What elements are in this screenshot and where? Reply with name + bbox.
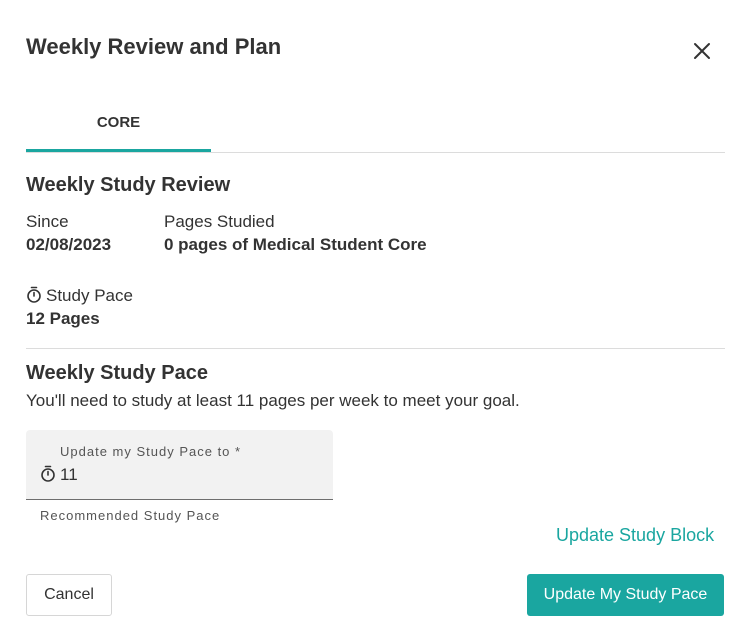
update-study-pace-button[interactable]: Update My Study Pace (527, 574, 724, 616)
pace-description: You'll need to study at least 11 pages p… (26, 391, 520, 410)
close-button[interactable] (690, 39, 714, 63)
study-pace-value: 12 Pages (26, 309, 100, 328)
pages-studied-label: Pages Studied (164, 212, 275, 231)
timer-icon (41, 465, 55, 482)
close-icon (694, 43, 710, 59)
study-pace-field-value-row (40, 465, 260, 485)
tab-bar: CORE (26, 100, 725, 153)
tab-core[interactable]: CORE (26, 100, 211, 152)
pages-studied-value: 0 pages of Medical Student Core (164, 235, 427, 254)
cancel-button[interactable]: Cancel (26, 574, 112, 616)
dialog-title: Weekly Review and Plan (26, 34, 282, 59)
section-divider (26, 348, 725, 349)
study-pace-field[interactable]: Update my Study Pace to * (26, 430, 333, 500)
weekly-study-pace-heading: Weekly Study Pace (26, 362, 208, 384)
weekly-study-review-heading: Weekly Study Review (26, 174, 231, 196)
since-label: Since (26, 212, 69, 231)
timer-icon (27, 286, 41, 303)
study-pace-label: Study Pace (46, 286, 133, 305)
study-pace-label-row: Study Pace (26, 286, 133, 306)
since-value: 02/08/2023 (26, 235, 112, 254)
study-pace-field-label: Update my Study Pace to * (60, 444, 242, 459)
update-study-block-link[interactable]: Update Study Block (556, 525, 714, 546)
study-pace-input[interactable] (60, 465, 260, 485)
recommended-pace-helper: Recommended Study Pace (40, 508, 221, 523)
